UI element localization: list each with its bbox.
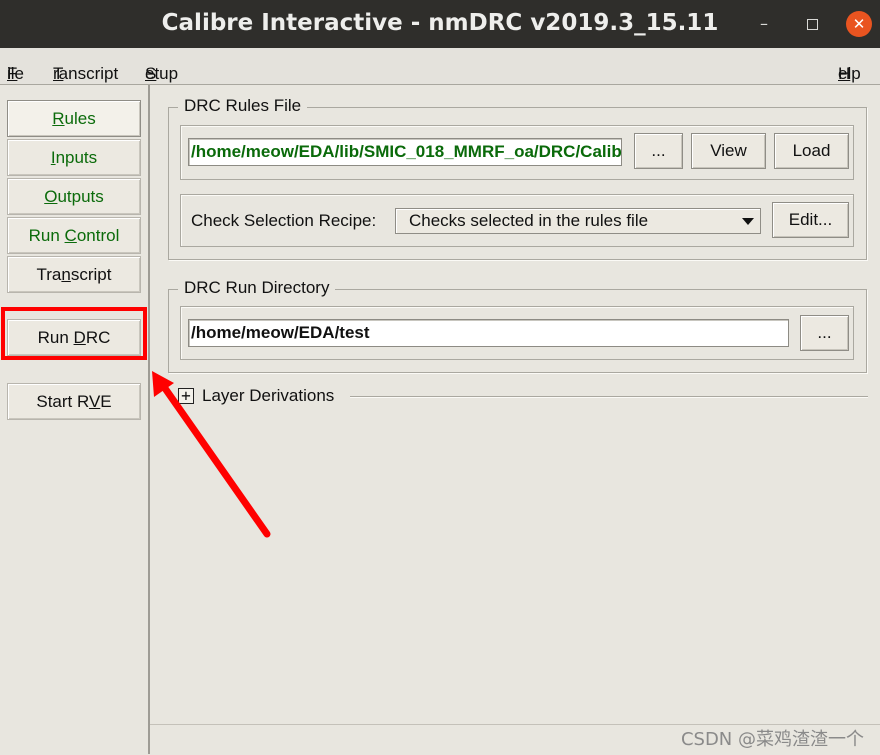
load-button[interactable]: Load (774, 133, 849, 169)
run-directory-legend: DRC Run Directory (178, 278, 336, 298)
recipe-select-value: Checks selected in the rules file (409, 211, 649, 230)
expand-icon[interactable]: + (178, 388, 194, 404)
sidebar-item-transcript[interactable]: Transcript (7, 256, 141, 293)
rules-file-browse-button[interactable]: ... (634, 133, 683, 169)
close-icon: ✕ (852, 15, 866, 33)
sidebar-item-rules[interactable]: Rules (7, 100, 141, 137)
recipe-label: Check Selection Recipe: (191, 211, 377, 230)
view-button[interactable]: View (691, 133, 766, 169)
sidebar-item-run-control[interactable]: Run Control (7, 217, 141, 254)
sidebar: Rules Inputs Outputs Run Control Transcr… (0, 85, 150, 754)
menu-bar: File Transcript Setup Help (0, 48, 880, 85)
title-bar: Calibre Interactive - nmDRC v2019.3_15.1… (0, 0, 880, 48)
maximize-button[interactable] (799, 11, 825, 37)
layer-derivations-label: Layer Derivations (202, 386, 335, 405)
maximize-icon (806, 19, 818, 30)
recipe-select[interactable]: Checks selected in the rules file (395, 208, 761, 234)
chevron-down-icon (742, 218, 754, 225)
rules-file-legend: DRC Rules File (178, 96, 308, 116)
layer-derivations-divider (350, 396, 868, 398)
minimize-button[interactable]: – (751, 11, 777, 37)
minimize-icon: – (760, 14, 768, 33)
sidebar-item-outputs[interactable]: Outputs (7, 178, 141, 215)
start-rve-button[interactable]: Start RVE (7, 383, 141, 420)
edit-recipe-button[interactable]: Edit... (772, 202, 849, 238)
sidebar-item-inputs[interactable]: Inputs (7, 139, 141, 176)
close-button[interactable]: ✕ (846, 11, 872, 37)
run-directory-browse-button[interactable]: ... (800, 315, 849, 351)
watermark-text: CSDN @菜鸡渣渣一个 (680, 729, 864, 750)
window-title: Calibre Interactive - nmDRC v2019.3_15.1… (161, 10, 719, 36)
rules-file-path-field[interactable]: /home/meow/EDA/lib/SMIC_018_MMRF_oa/DRC/… (188, 138, 622, 166)
highlight-box (1, 307, 147, 360)
run-directory-path-field[interactable]: /home/meow/EDA/test (188, 319, 789, 347)
